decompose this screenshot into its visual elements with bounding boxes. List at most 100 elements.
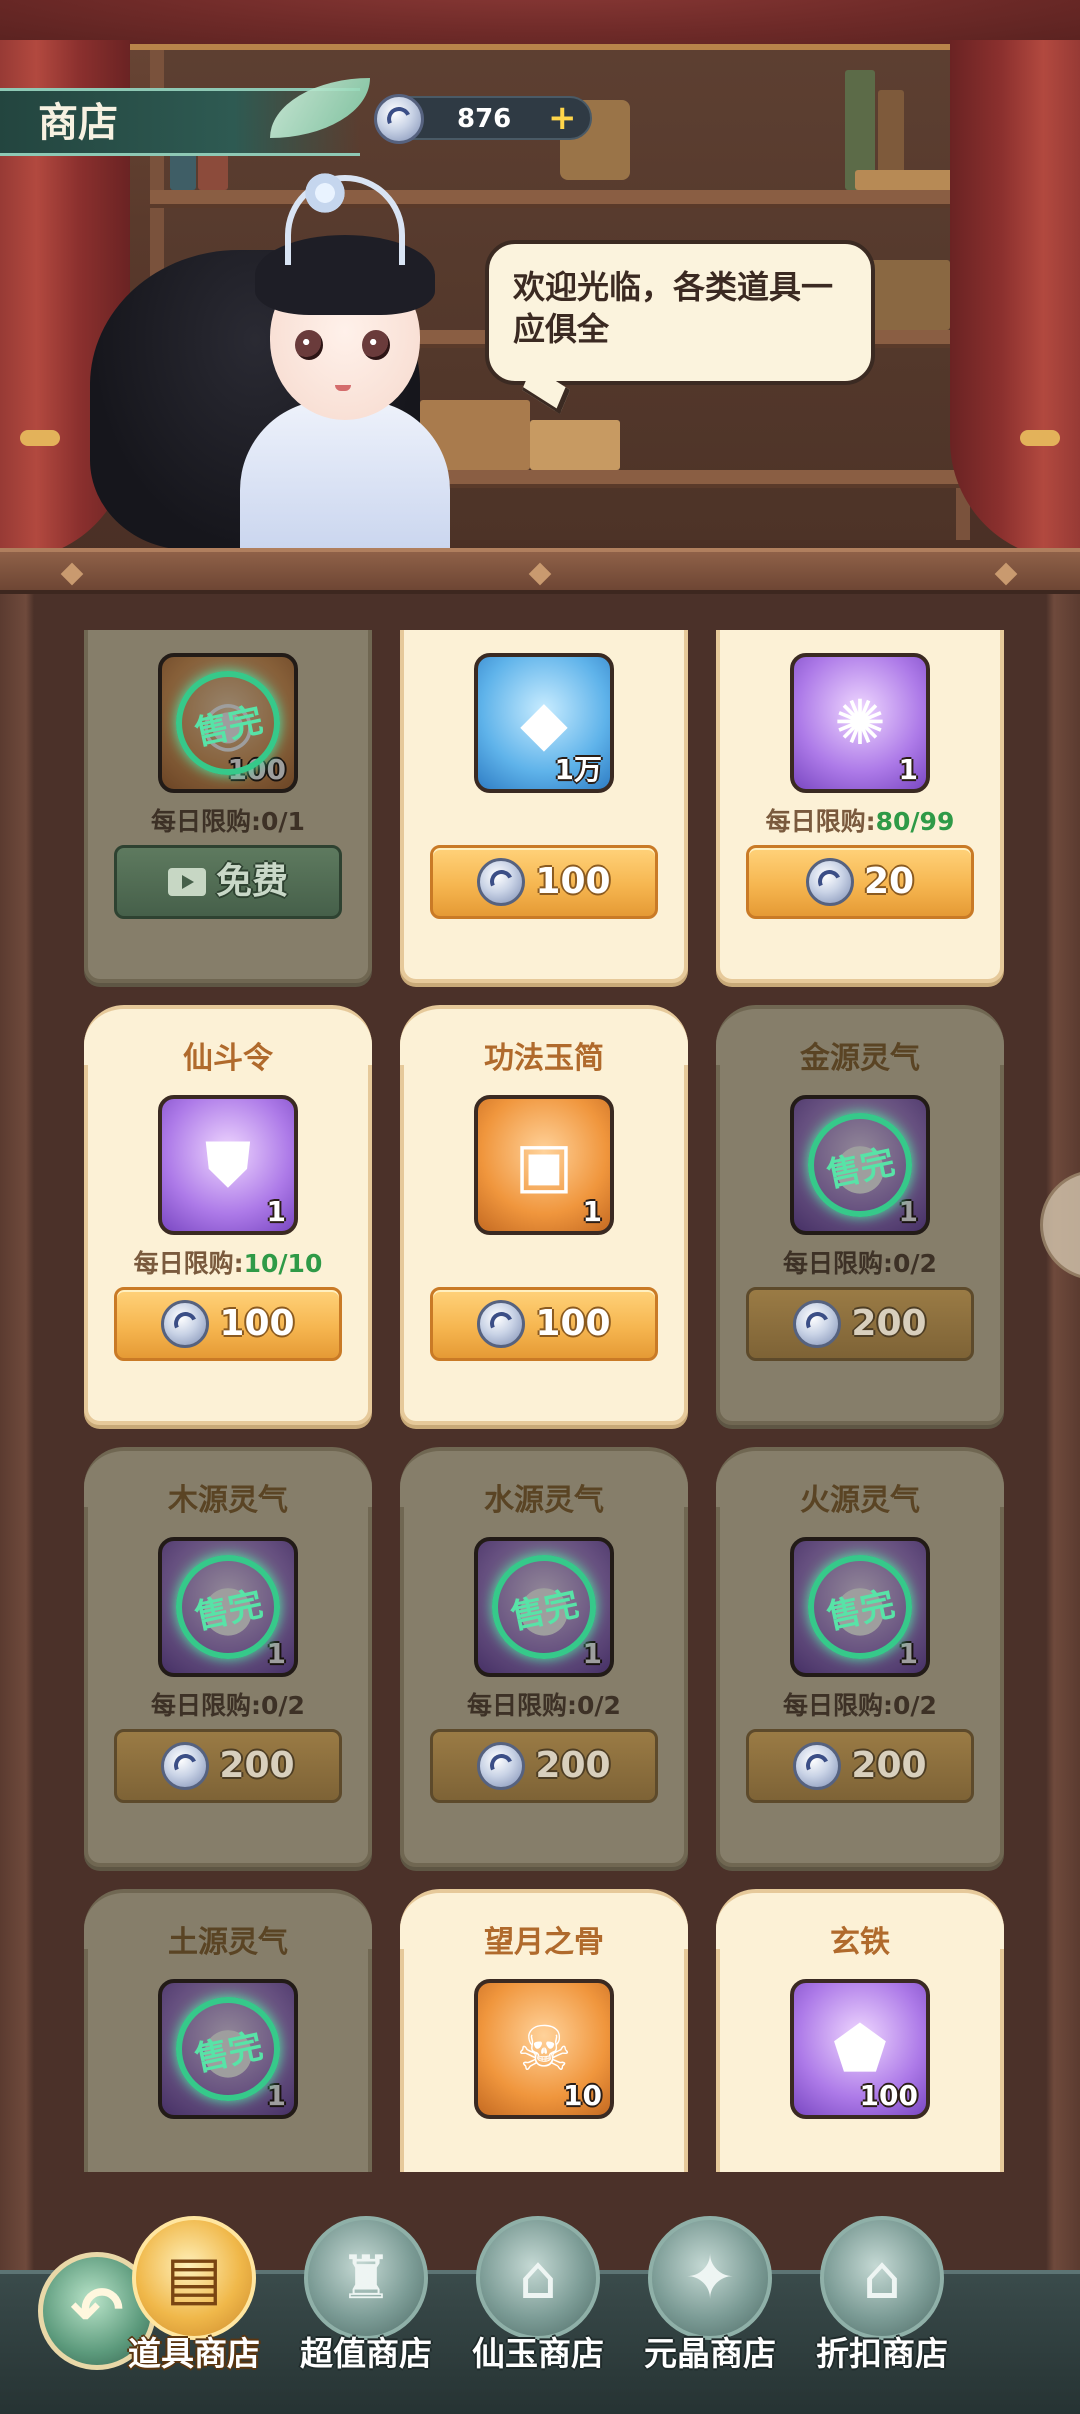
crystal-cluster-icon: ✦ [684,2243,736,2313]
daily-limit-value: 0/2 [893,1691,937,1720]
money-bag-icon: ♜ [339,2243,393,2313]
nav-tab-5[interactable]: ⌂ 折扣商店 [802,2216,962,2406]
item-icon-frame[interactable]: ✺ 1 [790,653,930,793]
daily-limit: 每日限购:10/10 [88,1247,368,1281]
spirit-jade-coin-icon [793,1300,842,1348]
item-icon-frame[interactable]: ☠ 10 [474,1979,614,2119]
price-label: 200 [535,1745,611,1786]
buy-button[interactable]: 100 [430,1287,658,1361]
shop-item-card[interactable]: 灵石 ◆1万 100 [400,630,688,983]
daily-limit-label: 每日限购: [783,1249,894,1278]
shop-item-card[interactable]: 功法玉简 ▣ 1 100 [400,1005,688,1425]
shop-item-card[interactable]: 望月之骨 ☠ 10 [400,1889,688,2172]
item-grid[interactable]: 仙玉◉100售完每日限购:0/1免费灵石◆1万100加速罗盘✺1每日限购:80/… [34,630,1046,2172]
price-label: 200 [851,1303,927,1344]
sold-out-label: 售完 [191,2025,267,2080]
nav-tab-label: 道具商店 [128,2334,260,2373]
shopkeeper-robe [240,400,450,560]
wooden-chest [530,420,620,470]
daily-limit: 每日限购:0/2 [720,1689,1000,1723]
spirit-jade-coin-icon [477,1742,526,1790]
item-count: 100 [859,2079,918,2112]
shop-item-card[interactable]: 水源灵气 ● 1 售完 每日限购:0/2 200 [400,1447,688,1867]
speech-bubble: 欢迎光临，各类道具一应俱全 [485,240,875,385]
item-name: 加速罗盘 [720,630,1000,637]
buy-button[interactable]: 200 [746,1287,974,1361]
buy-button[interactable]: 200 [746,1729,974,1803]
spirit-jade-coin-icon [161,1742,210,1790]
item-name: 仙斗令 [183,1041,273,1076]
nav-tab-3[interactable]: ⌂ 仙玉商店 [458,2216,618,2406]
price-label: 200 [219,1745,295,1786]
buy-button[interactable]: 免费 [114,845,342,919]
shop-item-card[interactable]: 金源灵气 ● 1 售完 每日限购:0/2 200 [716,1005,1004,1425]
daily-limit-value: 0/1 [261,807,305,836]
nav-tab-icon-frame: ✦ [648,2216,772,2340]
price-label: 100 [535,1303,611,1344]
buy-button[interactable]: 100 [114,1287,342,1361]
shop-item-card[interactable]: 木源灵气 ● 1 售完 每日限购:0/2 200 [84,1447,372,1867]
buy-button[interactable]: 200 [114,1729,342,1803]
ledge-ornament [994,562,1018,586]
item-count: 10 [563,2079,602,2112]
npc-greeting: 欢迎光临，各类道具一应俱全 [513,268,834,348]
item-count: 1 [582,1637,602,1670]
nav-tab-icon-frame: ⌂ [820,2216,944,2340]
nav-tab-4[interactable]: ✦ 元晶商店 [630,2216,790,2406]
shelf-board [150,190,970,204]
item-icon-frame[interactable]: ⛊ 1 [158,1095,298,1235]
price-label: 20 [863,861,915,902]
nav-tab-label: 超值商店 [300,2334,432,2373]
daily-limit-value: 80/99 [875,807,955,836]
item-count: 1 [582,1195,602,1228]
shop-item-card[interactable]: 玄铁 ⬟ 100 [716,1889,1004,2172]
buy-button[interactable]: 200 [430,1729,658,1803]
daily-limit-value: 10/10 [243,1249,323,1278]
item-name: 土源灵气 [168,1925,288,1960]
item-name: 灵石 [404,630,684,637]
nav-tab-label: 元晶商店 [644,2334,776,2373]
spirit-jade-coin-icon [477,1300,526,1348]
sold-out-label: 售完 [823,1141,899,1196]
daily-limit: 每日限购:0/2 [88,1689,368,1723]
plus-icon[interactable]: + [548,97,577,139]
daily-limit: 每日限购:0/2 [720,1247,1000,1281]
shop-item-card[interactable]: 火源灵气 ● 1 售完 每日限购:0/2 200 [716,1447,1004,1867]
daily-limit-value: 0/2 [577,1691,621,1720]
shop-item-card[interactable]: 加速罗盘 ✺1 每日限购:80/99 20 [716,630,1004,983]
nav-tab-1[interactable]: ▤ 道具商店 [114,2216,274,2406]
spirit-jade-coin-icon [477,858,526,906]
item-name: 火源灵气 [800,1483,920,1518]
nav-tab-icon-frame: ▤ [132,2216,256,2340]
scroll-pile [855,170,965,190]
item-name: 玄铁 [830,1925,890,1960]
daily-limit-value: 0/2 [261,1691,305,1720]
buy-button[interactable]: 100 [430,845,658,919]
item-icon-frame[interactable]: ▣ 1 [474,1095,614,1235]
item-icon-frame[interactable]: ⬟ 100 [790,1979,930,2119]
daily-limit-label: 每日限购: [151,807,262,836]
nav-tab-label: 仙玉商店 [472,2334,604,2373]
item-name: 金源灵气 [800,1041,920,1076]
shop-item-card[interactable]: 土源灵气 ● 1 售完 [84,1889,372,2172]
sold-out-label: 售完 [191,699,267,754]
daily-limit-label: 每日限购: [783,1691,894,1720]
shop-item-card[interactable]: 仙斗令 ⛊ 1 每日限购:10/10 100 [84,1005,372,1425]
ledge-ornament [528,562,552,586]
daily-limit-label: 每日限购: [765,807,876,836]
page-title: 商店 [38,100,118,146]
buy-button[interactable]: 20 [746,845,974,919]
shop-item-card[interactable]: 仙玉◉100售完每日限购:0/1免费 [84,630,372,983]
item-icon-frame[interactable]: ◆ 1万 [474,653,614,793]
nav-tab-label: 折扣商店 [816,2334,948,2373]
shop-scene-background: 欢迎光临，各类道具一应俱全 [0,0,1080,560]
daily-limit-label: 每日限购: [151,1691,262,1720]
item-count: 1 [898,1195,918,1228]
item-count: 1 [266,1637,286,1670]
spirit-jade-coin-icon [793,1742,842,1790]
bone-claw-icon: ☠ [516,2012,572,2085]
nav-tab-2[interactable]: ♜ 超值商店 [286,2216,446,2406]
price-label: 100 [535,861,611,902]
hair-flower-ornament [302,170,348,216]
nav-tab-icon-frame: ♜ [304,2216,428,2340]
